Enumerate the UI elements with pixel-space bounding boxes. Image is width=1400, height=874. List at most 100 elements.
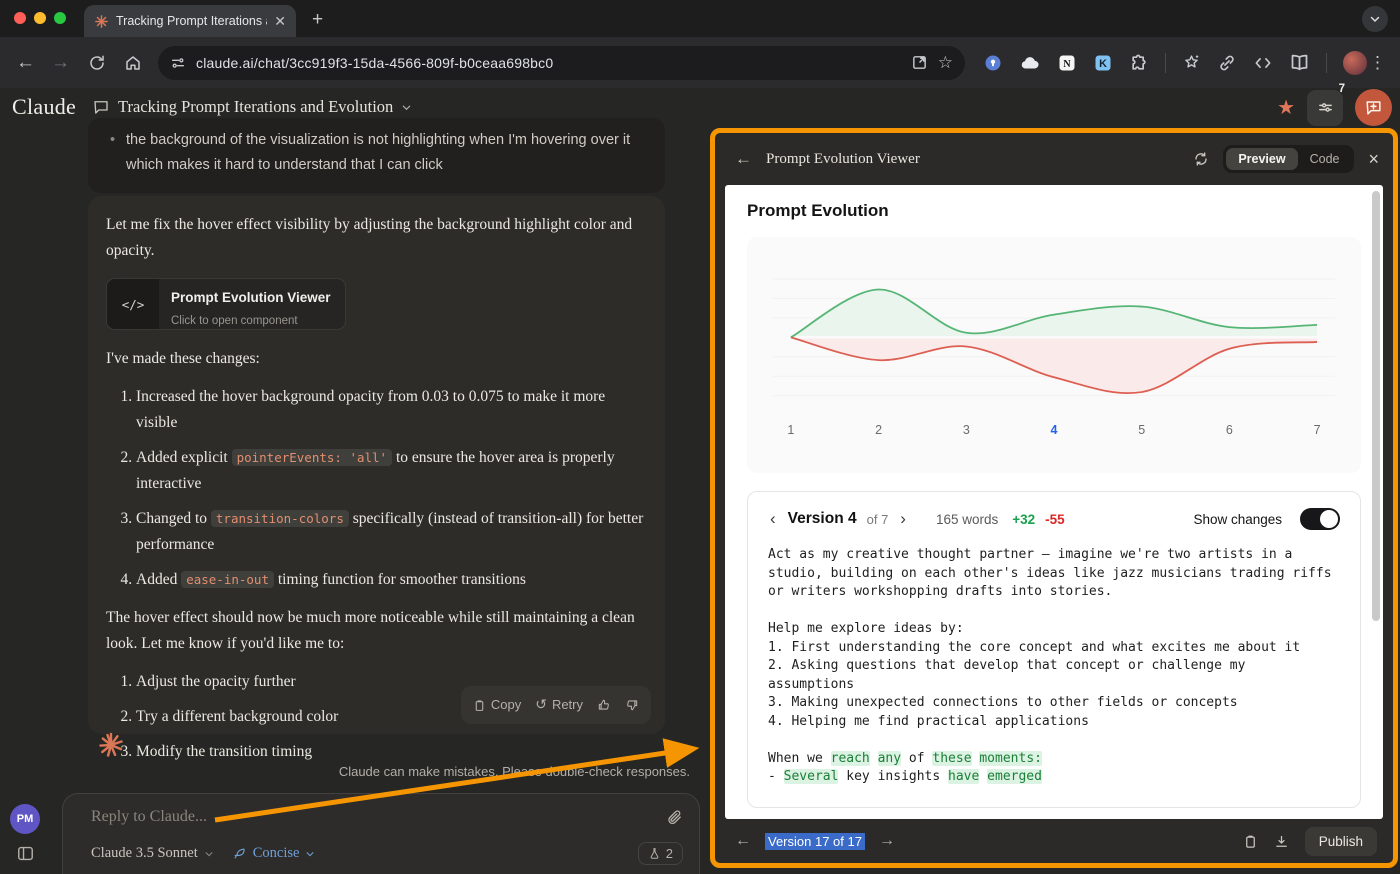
- change-item: Changed to transition-colors specificall…: [136, 506, 647, 558]
- artifact-header: ← Prompt Evolution Viewer Preview Code ×: [715, 133, 1393, 185]
- message-actions: Copy ↺ Retry: [461, 686, 651, 724]
- copy-button[interactable]: Copy: [473, 694, 521, 716]
- minimize-window-button[interactable]: [34, 12, 46, 24]
- show-changes-toggle[interactable]: [1300, 508, 1340, 530]
- download-icon[interactable]: [1274, 834, 1289, 849]
- user-avatar[interactable]: PM: [10, 804, 40, 834]
- footer-forward-arrow-icon[interactable]: →: [879, 832, 895, 850]
- added-text-highlight: these: [932, 751, 971, 766]
- tab-search-button[interactable]: [1362, 6, 1388, 32]
- footer-back-arrow-icon[interactable]: ←: [735, 832, 751, 850]
- forward-icon[interactable]: →: [51, 53, 70, 72]
- notion-icon[interactable]: N: [1057, 53, 1077, 73]
- claude-favicon-icon: [94, 14, 109, 29]
- url-bar[interactable]: claude.ai/chat/3cc919f3-15da-4566-809f-b…: [158, 46, 965, 80]
- sidebar-toggle-icon[interactable]: [16, 844, 35, 863]
- url-text[interactable]: claude.ai/chat/3cc919f3-15da-4566-809f-b…: [196, 55, 901, 71]
- changes-intro: I've made these changes:: [106, 346, 647, 372]
- assistant-intro: Let me fix the hover effect visibility b…: [106, 212, 647, 264]
- chat-title-dropdown[interactable]: Tracking Prompt Iterations and Evolution: [92, 97, 412, 117]
- share-icon[interactable]: [911, 54, 928, 71]
- settings-sliders-button[interactable]: 7: [1307, 90, 1343, 126]
- chart-x-label[interactable]: 3: [963, 423, 970, 437]
- added-text-highlight: Several: [784, 769, 839, 784]
- zoom-window-button[interactable]: [54, 12, 66, 24]
- claude-wordmark: Claude: [12, 94, 76, 120]
- chart-x-label[interactable]: 6: [1226, 423, 1233, 437]
- word-count: 165 words: [936, 512, 998, 527]
- suggestion-item: Modify the transition timing: [136, 739, 647, 765]
- version-card: ‹ Version 4 of 7 › 165 words +32 -55 Sho…: [747, 491, 1361, 808]
- window-controls[interactable]: [14, 12, 66, 24]
- prompt-text: Act as my creative thought partner — ima…: [768, 546, 1340, 787]
- chevron-down-icon: [305, 849, 315, 859]
- bookmark-star-icon[interactable]: ☆: [938, 53, 953, 73]
- tab-close-icon[interactable]: ✕: [274, 13, 286, 30]
- close-icon[interactable]: ×: [1368, 149, 1379, 170]
- home-icon[interactable]: [124, 54, 142, 72]
- site-settings-icon[interactable]: [170, 55, 186, 71]
- chat-bubble-icon: [92, 98, 110, 116]
- artifact-chip-subtitle: Click to open component: [171, 312, 331, 330]
- assistant-outro: The hover effect should now be much more…: [106, 605, 647, 657]
- code-icon[interactable]: [1253, 53, 1273, 73]
- retry-button[interactable]: ↺ Retry: [535, 693, 583, 717]
- evolution-chart-card[interactable]: 1 2 3 4 5 6 7: [747, 237, 1361, 473]
- reading-list-icon[interactable]: [1289, 52, 1310, 73]
- inline-code: transition-colors: [211, 510, 349, 527]
- kagi-icon[interactable]: K: [1093, 53, 1113, 73]
- flask-icon: [648, 847, 661, 860]
- browser-tab[interactable]: Tracking Prompt Iterations an ✕: [84, 5, 296, 37]
- chart-x-label[interactable]: 2: [875, 423, 882, 437]
- chart-x-label[interactable]: 5: [1138, 423, 1145, 437]
- copy-artifact-icon[interactable]: [1243, 834, 1258, 849]
- onepassword-icon[interactable]: [983, 53, 1003, 73]
- browser-window: Tracking Prompt Iterations an ✕ + ← → cl…: [0, 0, 1400, 874]
- browser-profile-avatar[interactable]: [1343, 51, 1367, 75]
- toolbar-divider: [1326, 53, 1327, 73]
- next-version-icon[interactable]: ›: [898, 509, 908, 529]
- added-count: +32: [1012, 512, 1035, 527]
- publish-button[interactable]: Publish: [1305, 827, 1377, 856]
- back-icon[interactable]: ←: [16, 53, 35, 72]
- thumbs-up-button[interactable]: [597, 698, 611, 712]
- browser-toolbar: ← → claude.ai/chat/3cc919f3-15da-4566-80…: [0, 37, 1400, 88]
- scrollbar-thumb[interactable]: [1372, 191, 1380, 621]
- favorite-star-icon[interactable]: ★: [1277, 95, 1295, 120]
- user-message: the background of the visualization is n…: [88, 118, 665, 193]
- back-arrow-icon[interactable]: ←: [735, 149, 752, 169]
- code-tab[interactable]: Code: [1298, 148, 1352, 170]
- attachment-paperclip-icon[interactable]: [666, 809, 683, 826]
- link-icon[interactable]: [1217, 53, 1237, 73]
- toolbar-divider: [1165, 53, 1166, 73]
- show-changes-label: Show changes: [1193, 512, 1282, 527]
- reply-input[interactable]: [91, 808, 666, 826]
- close-window-button[interactable]: [14, 12, 26, 24]
- user-message-text: the background of the visualization is n…: [110, 128, 643, 179]
- reload-icon[interactable]: [88, 54, 106, 72]
- browser-menu-icon[interactable]: ⋮: [1369, 53, 1386, 73]
- new-tab-button[interactable]: +: [312, 9, 323, 31]
- tab-title: Tracking Prompt Iterations an: [116, 14, 267, 28]
- style-selector[interactable]: Concise: [232, 845, 316, 862]
- thumbs-down-button[interactable]: [625, 698, 639, 712]
- artifact-chip[interactable]: </> Prompt Evolution Viewer Click to ope…: [106, 278, 346, 330]
- evolution-chart[interactable]: [765, 265, 1343, 415]
- assistant-message: Let me fix the hover effect visibility b…: [88, 196, 665, 734]
- chart-x-label[interactable]: 1: [787, 423, 794, 437]
- cloud-icon[interactable]: [1019, 52, 1041, 74]
- change-item: Added ease-in-out timing function for sm…: [136, 567, 647, 593]
- prev-version-icon[interactable]: ‹: [768, 509, 778, 529]
- sparkle-star-icon[interactable]: [1182, 53, 1201, 72]
- chart-x-label[interactable]: 7: [1314, 423, 1321, 437]
- chart-x-label[interactable]: 4: [1051, 423, 1058, 437]
- puzzle-icon[interactable]: [1129, 53, 1149, 73]
- composer: Claude 3.5 Sonnet Concise 2: [62, 793, 700, 874]
- new-chat-button[interactable]: [1355, 89, 1392, 126]
- feather-icon: [232, 846, 247, 861]
- preview-tab[interactable]: Preview: [1226, 148, 1297, 170]
- footer-version-label[interactable]: Version 17 of 17: [765, 833, 865, 850]
- refresh-icon[interactable]: [1193, 151, 1209, 167]
- model-selector[interactable]: Claude 3.5 Sonnet: [91, 845, 214, 862]
- test-counter[interactable]: 2: [638, 842, 683, 865]
